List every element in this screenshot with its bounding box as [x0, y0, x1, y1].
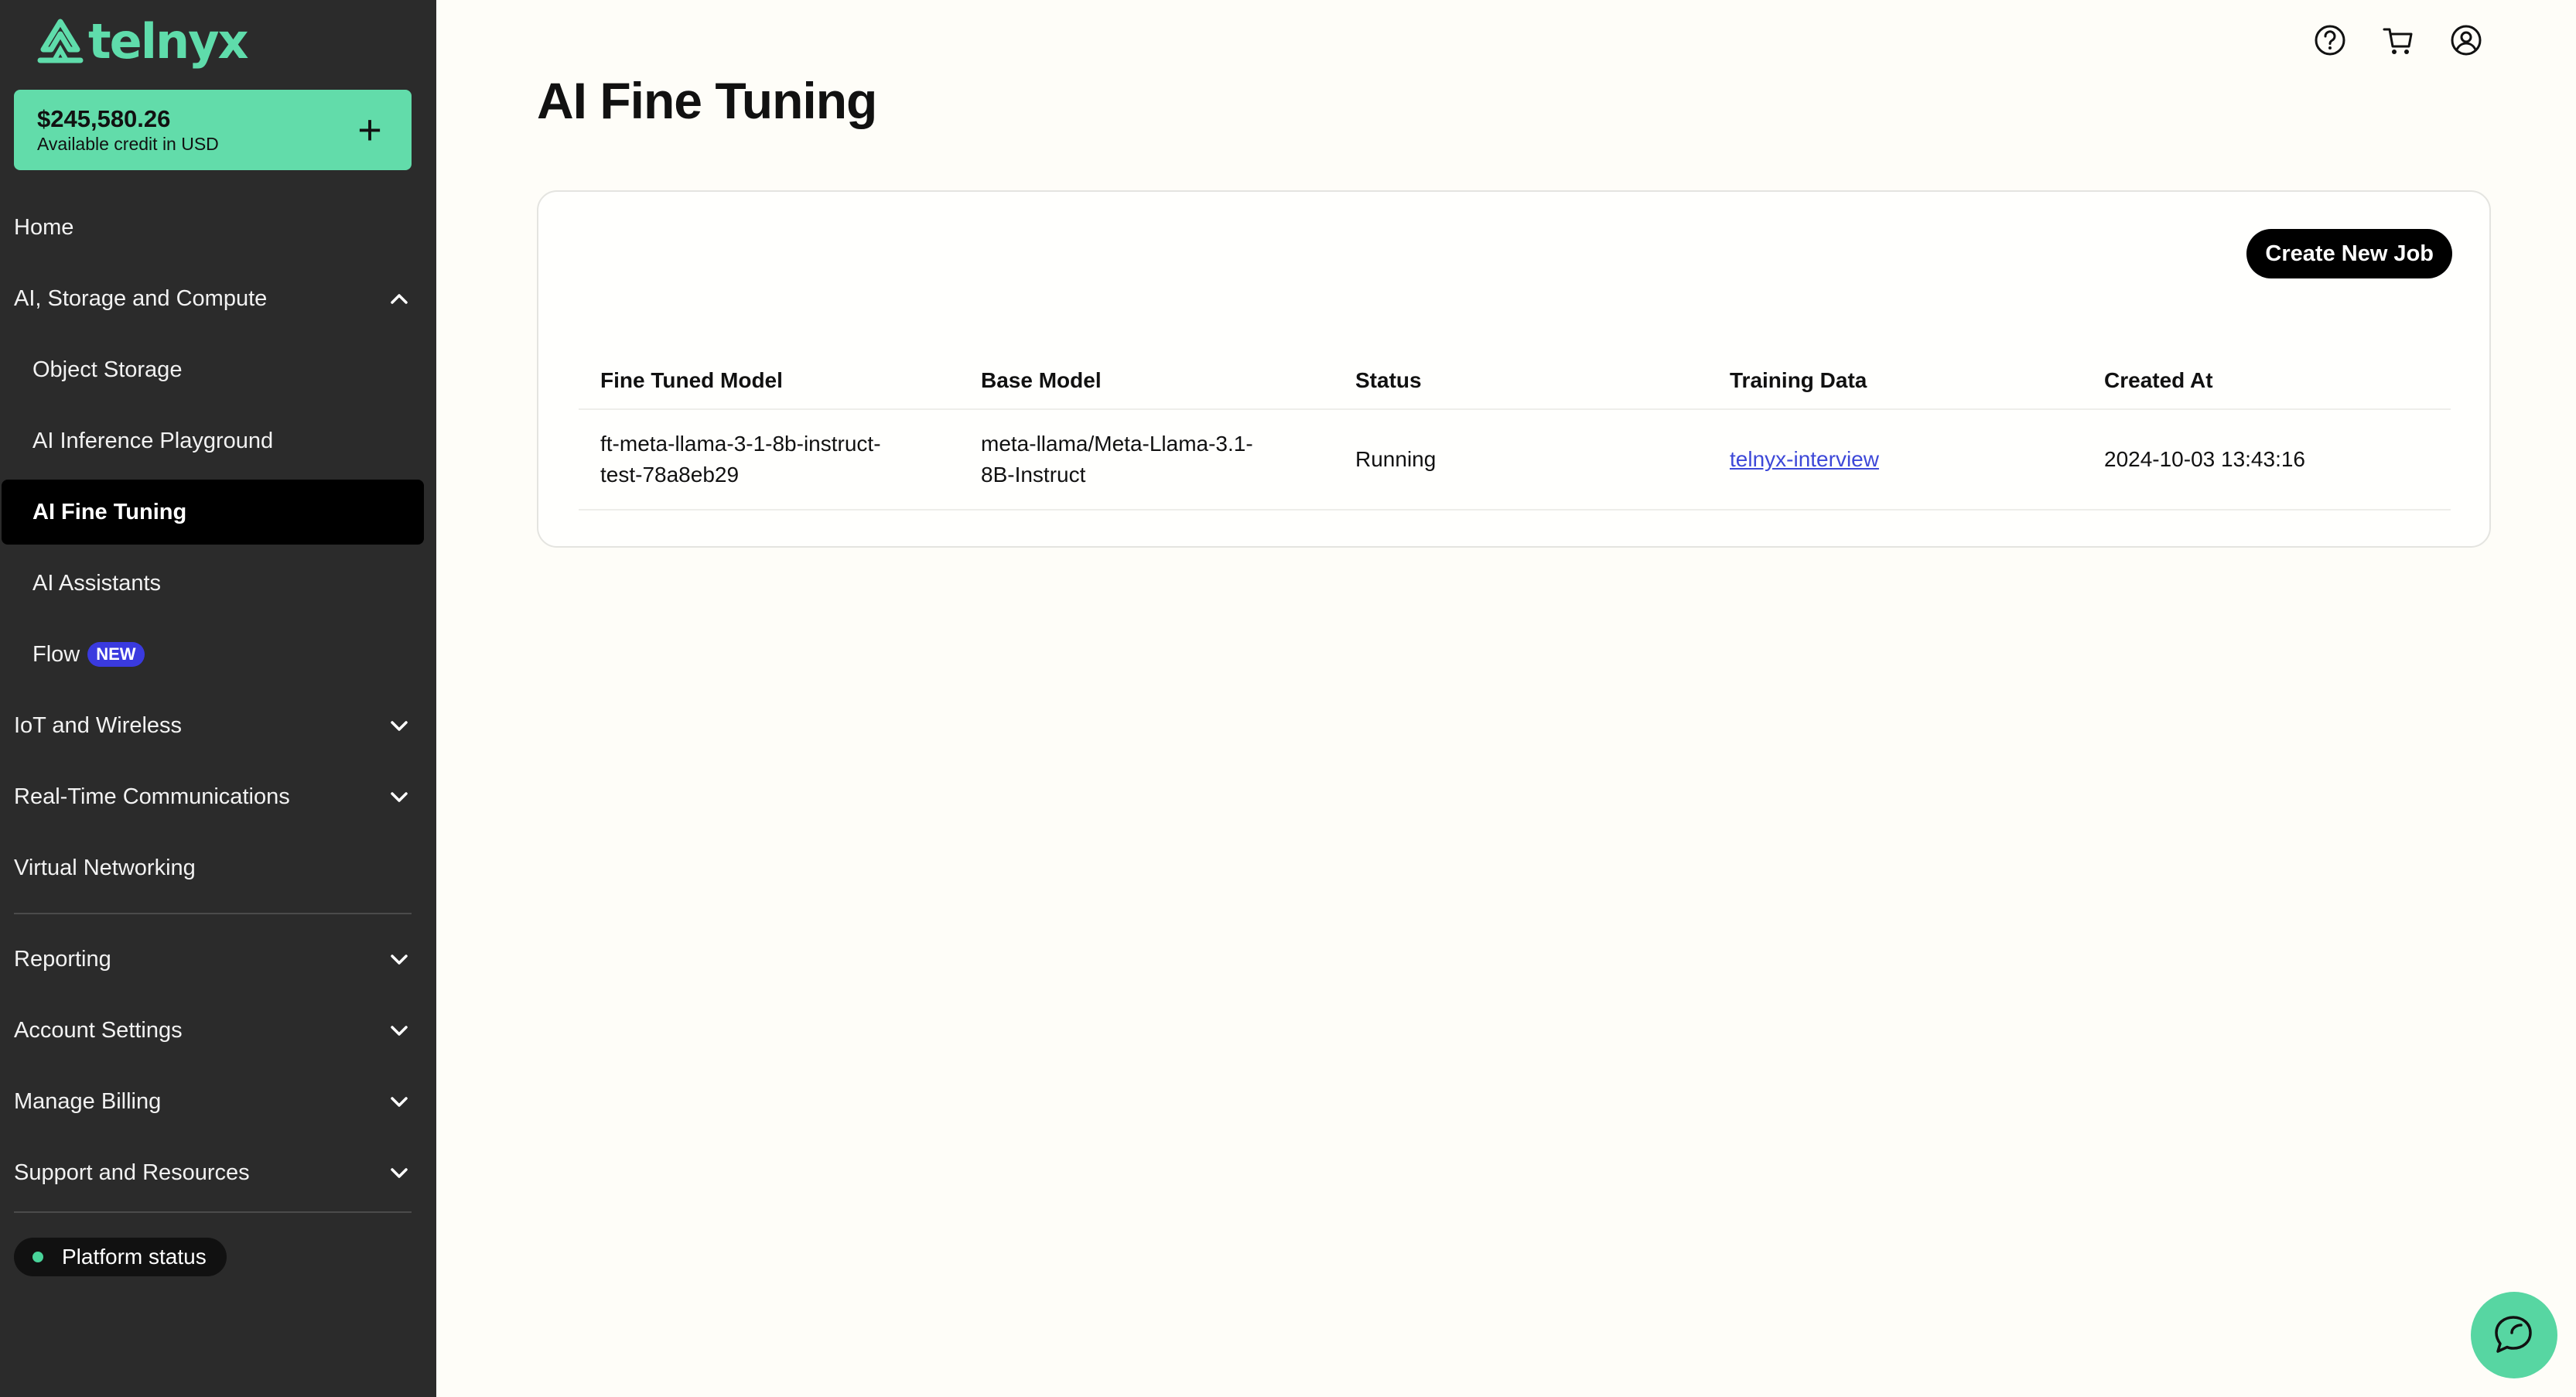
telnyx-logo[interactable]: telnyx	[37, 12, 248, 70]
sidebar-item-label: AI Fine Tuning	[32, 499, 187, 524]
create-new-job-button[interactable]: Create New Job	[2246, 229, 2452, 278]
sidebar-item-label: IoT and Wireless	[14, 712, 183, 738]
credit-label: Available credit in USD	[37, 134, 219, 154]
column-header-created-at[interactable]: Created At	[2104, 368, 2213, 393]
sidebar-item-account-settings[interactable]: Account Settings	[0, 998, 436, 1063]
sidebar-item-label: Virtual Networking	[14, 855, 196, 880]
sidebar-item-ai-fine-tuning[interactable]: AI Fine Tuning	[0, 480, 436, 545]
cell-created-at: 2024-10-03 13:43:16	[2104, 447, 2305, 471]
sidebar-item-label: Real-Time Communications	[14, 784, 290, 809]
chevron-down-icon	[391, 721, 408, 731]
logo-text: telnyx	[88, 12, 248, 70]
sidebar-item-home[interactable]: Home	[0, 195, 436, 260]
sidebar-item-label: AI Assistants	[32, 570, 162, 596]
chat-support-button[interactable]	[2471, 1292, 2557, 1378]
sidebar-item-label: Manage Billing	[14, 1088, 162, 1114]
telnyx-logo-icon	[37, 19, 84, 63]
page-title: AI Fine Tuning	[537, 72, 877, 129]
chevron-down-icon	[391, 1026, 408, 1036]
cart-icon[interactable]	[2381, 23, 2415, 57]
chevron-down-icon	[391, 955, 408, 965]
chevron-down-icon	[391, 1097, 408, 1107]
cell-line: meta-llama/Meta-Llama-3.1-	[981, 432, 1253, 456]
sidebar-item-label: AI, Storage and Compute	[14, 285, 268, 311]
column-header-base-model[interactable]: Base Model	[981, 368, 1102, 393]
chat-bubbles-icon	[2495, 1316, 2532, 1353]
jobs-card: Create New Job Fine Tuned Model Base Mod…	[537, 190, 2491, 548]
sidebar-item-ai-storage-compute[interactable]: AI, Storage and Compute	[0, 266, 436, 331]
chevron-up-icon	[391, 294, 408, 304]
sidebar-item-iot-wireless[interactable]: IoT and Wireless	[0, 693, 436, 758]
cell-line: 8B-Instruct	[981, 463, 1086, 487]
sidebar-item-label: Reporting	[14, 946, 111, 972]
sidebar-item-virtual-networking[interactable]: Virtual Networking	[0, 835, 436, 900]
add-credit-icon[interactable]: +	[347, 107, 393, 153]
cell-status: Running	[1355, 447, 1437, 471]
platform-status-label: Platform status	[62, 1245, 207, 1269]
sidebar-item-label: AI Inference Playground	[32, 428, 274, 453]
sidebar-item-label: Support and Resources	[14, 1160, 250, 1185]
cell-base-model: meta-llama/Meta-Llama-3.1- 8B-Instruct	[981, 429, 1253, 490]
column-header-fine-tuned-model[interactable]: Fine Tuned Model	[600, 368, 783, 393]
chevron-down-icon	[391, 792, 408, 802]
sidebar-item-reporting[interactable]: Reporting	[0, 927, 436, 992]
status-dot-icon	[32, 1252, 43, 1262]
help-icon[interactable]	[2313, 23, 2347, 57]
cell-line: ft-meta-llama-3-1-8b-instruct-	[600, 432, 881, 456]
sidebar-item-ai-assistants[interactable]: AI Assistants	[0, 551, 436, 616]
sidebar-item-label: Flow	[32, 641, 80, 667]
column-header-status[interactable]: Status	[1355, 368, 1422, 393]
sidebar-item-label: Object Storage	[32, 357, 183, 382]
sidebar-divider	[14, 913, 412, 914]
sidebar-divider	[14, 1211, 412, 1213]
credit-card[interactable]: $245,580.26 Available credit in USD +	[14, 90, 412, 170]
column-header-training-data[interactable]: Training Data	[1730, 368, 1867, 393]
account-icon[interactable]	[2449, 23, 2483, 57]
sidebar-item-object-storage[interactable]: Object Storage	[0, 337, 436, 402]
cell-line: test-78a8eb29	[600, 463, 740, 487]
table-row-divider	[579, 509, 2451, 511]
sidebar-item-real-time-communications[interactable]: Real-Time Communications	[0, 764, 436, 829]
table-header-divider	[579, 408, 2451, 410]
platform-status-button[interactable]: Platform status	[14, 1238, 227, 1276]
training-data-link[interactable]: telnyx-interview	[1730, 444, 1879, 475]
chevron-down-icon	[391, 1168, 408, 1178]
sidebar-item-support-resources[interactable]: Support and Resources	[0, 1140, 436, 1205]
sidebar-item-ai-inference-playground[interactable]: AI Inference Playground	[0, 408, 436, 473]
sidebar-item-label: Home	[14, 214, 74, 240]
sidebar: telnyx $245,580.26 Available credit in U…	[0, 0, 436, 1397]
new-badge: NEW	[87, 642, 145, 667]
sidebar-item-manage-billing[interactable]: Manage Billing	[0, 1069, 436, 1134]
credit-amount: $245,580.26	[37, 105, 171, 132]
sidebar-item-flow[interactable]: Flow NEW	[0, 622, 436, 687]
cell-fine-tuned-model: ft-meta-llama-3-1-8b-instruct- test-78a8…	[600, 429, 881, 490]
sidebar-item-label: Account Settings	[14, 1017, 183, 1043]
